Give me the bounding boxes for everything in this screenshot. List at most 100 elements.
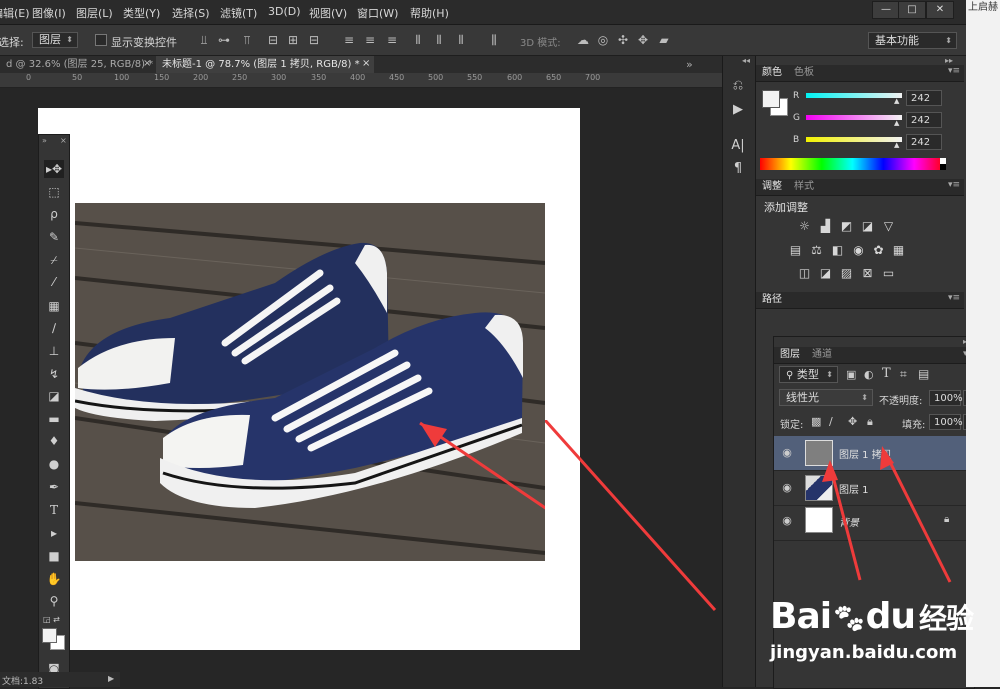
distribute-vcenter-icon[interactable]: ≡	[363, 33, 377, 47]
spectrum-bar[interactable]	[760, 158, 945, 170]
eyedropper-tool-icon[interactable]: ⁄	[44, 273, 64, 291]
align-top-icon[interactable]: ⫫	[197, 33, 211, 47]
close-icon[interactable]: ×	[60, 136, 67, 145]
vibrance-icon[interactable]: ▽	[881, 220, 896, 233]
menu-3d[interactable]: 3D(D)	[268, 5, 301, 18]
lock-position-icon[interactable]: ✥	[848, 415, 857, 428]
r-slider[interactable]	[806, 93, 902, 98]
stamp-tool-icon[interactable]: ⊥	[44, 342, 64, 360]
hand-tool-icon[interactable]: ✋	[44, 570, 64, 588]
tab-layers[interactable]: 图层	[780, 347, 800, 363]
panel-menu-icon[interactable]: ▾≡	[948, 66, 960, 76]
shape-tool-icon[interactable]: ■	[44, 547, 64, 565]
status-menu-arrow-icon[interactable]: ▶	[108, 674, 114, 683]
reset-colors-icon[interactable]: ◲ ⇄	[43, 615, 60, 624]
tabs-overflow-icon[interactable]: »	[686, 58, 693, 71]
filter-pixel-icon[interactable]: ▣	[846, 368, 856, 381]
b-value-input[interactable]: 242	[906, 134, 942, 150]
lock-transparency-icon[interactable]: ▩	[811, 415, 821, 428]
tab-document-2[interactable]: 未标题-1 @ 78.7% (图层 1 拷贝, RGB/8) *	[156, 56, 374, 73]
curves-icon[interactable]: ◩	[839, 220, 854, 233]
crop-tool-icon[interactable]: ⌿	[44, 251, 64, 269]
eye-icon[interactable]: ◉	[781, 515, 793, 527]
lock-brush-icon[interactable]: ∕	[829, 415, 833, 428]
slide-3d-icon[interactable]: ✥	[636, 33, 650, 47]
eye-icon[interactable]: ◉	[781, 482, 793, 494]
panel-collapse-icon[interactable]: ▸▸	[945, 56, 953, 65]
foreground-color-swatch[interactable]	[42, 628, 57, 643]
rotate-3d-icon[interactable]: ☁	[576, 33, 590, 47]
tab-adjustments[interactable]: 调整	[762, 179, 782, 195]
tab-styles[interactable]: 样式	[794, 179, 814, 195]
g-slider[interactable]	[806, 115, 902, 120]
g-value-input[interactable]: 242	[906, 112, 942, 128]
black-swatch[interactable]	[940, 164, 946, 170]
menu-view[interactable]: 视图(V)	[309, 5, 347, 21]
character-panel-icon[interactable]: A|	[728, 137, 748, 155]
roll-3d-icon[interactable]: ◎	[596, 33, 610, 47]
show-transform-checkbox[interactable]	[95, 34, 107, 46]
panel-collapse-icon[interactable]: »	[42, 136, 47, 145]
marquee-tool-icon[interactable]: ⬚	[44, 183, 64, 201]
filter-smart-object-icon[interactable]: ▤	[918, 367, 929, 381]
align-hcenter-icon[interactable]: ⊞	[286, 33, 300, 47]
gradient-tool-icon[interactable]: ▬	[44, 410, 64, 428]
scale-3d-icon[interactable]: ▰	[657, 33, 671, 47]
distribute-top-icon[interactable]: ≡	[342, 33, 356, 47]
dodge-tool-icon[interactable]: ●	[44, 455, 64, 473]
drag-3d-icon[interactable]: ✣	[616, 33, 630, 47]
color-balance-icon[interactable]: ⚖	[809, 244, 824, 257]
lock-all-icon[interactable]: 🔒︎	[867, 415, 873, 429]
auto-select-dropdown[interactable]: 图层 ⬍	[32, 32, 78, 48]
fill-input[interactable]: 100%	[929, 414, 963, 430]
close-icon[interactable]: ×	[362, 58, 370, 69]
filter-adjustment-icon[interactable]: ◐	[864, 368, 874, 381]
close-button[interactable]: ✕	[926, 1, 954, 19]
dock-collapse-icon[interactable]: ◂◂	[742, 56, 750, 65]
tab-channels[interactable]: 通道	[812, 347, 832, 363]
actions-panel-icon[interactable]: ▶	[728, 101, 748, 119]
quick-select-tool-icon[interactable]: ✎	[44, 228, 64, 246]
align-left-icon[interactable]: ⊟	[266, 33, 280, 47]
menu-edit[interactable]: 编辑(E)	[0, 5, 30, 21]
levels-icon[interactable]: ▟	[818, 220, 833, 233]
brush-tool-icon[interactable]: ∕	[44, 319, 64, 337]
threshold-icon[interactable]: ▨	[839, 267, 854, 280]
align-bottom-icon[interactable]: ⫪	[240, 33, 254, 47]
distribute-hcenter-icon[interactable]: ⫴	[432, 33, 446, 47]
panel-menu-icon[interactable]: ▾≡	[948, 293, 960, 303]
menu-window[interactable]: 窗口(W)	[357, 5, 398, 21]
black-white-icon[interactable]: ◧	[830, 244, 845, 257]
invert-icon[interactable]: ◫	[797, 267, 812, 280]
foreground-color-swatch[interactable]	[762, 90, 780, 108]
b-slider-thumb[interactable]: ▲	[894, 141, 899, 149]
r-slider-thumb[interactable]: ▲	[894, 97, 899, 105]
maximize-button[interactable]: □	[898, 1, 926, 19]
align-vcenter-icon[interactable]: ⊶	[217, 33, 231, 47]
menu-image[interactable]: 图像(I)	[32, 5, 66, 21]
auto-align-icon[interactable]: ⫼	[487, 33, 501, 47]
workspace-dropdown[interactable]: 基本功能 ⬍	[868, 32, 957, 49]
type-tool-icon[interactable]: T	[44, 501, 64, 519]
distribute-right-icon[interactable]: ⫴	[454, 33, 468, 47]
panel-menu-icon[interactable]: ▾≡	[948, 180, 960, 190]
align-right-icon[interactable]: ⊟	[307, 33, 321, 47]
sneaker-photo[interactable]	[75, 203, 545, 561]
r-value-input[interactable]: 242	[906, 90, 942, 106]
menu-filter[interactable]: 滤镜(T)	[220, 5, 257, 21]
tab-color[interactable]: 颜色	[762, 65, 782, 81]
posterize-icon[interactable]: ◪	[818, 267, 833, 280]
distribute-left-icon[interactable]: ⫴	[411, 33, 425, 47]
channel-mixer-icon[interactable]: ✿	[871, 244, 886, 257]
minimize-button[interactable]: —	[872, 1, 900, 19]
hue-saturation-icon[interactable]: ▤	[788, 244, 803, 257]
tab-swatches[interactable]: 色板	[794, 65, 814, 81]
tab-paths[interactable]: 路径	[762, 292, 782, 308]
zoom-tool-icon[interactable]: ⚲	[44, 592, 64, 610]
pen-tool-icon[interactable]: ✒	[44, 478, 64, 496]
filter-type-icon[interactable]: T	[882, 366, 891, 381]
menu-select[interactable]: 选择(S)	[172, 5, 210, 21]
menu-layer[interactable]: 图层(L)	[76, 5, 113, 21]
history-panel-icon[interactable]: ⎌	[728, 77, 748, 95]
g-slider-thumb[interactable]: ▲	[894, 119, 899, 127]
